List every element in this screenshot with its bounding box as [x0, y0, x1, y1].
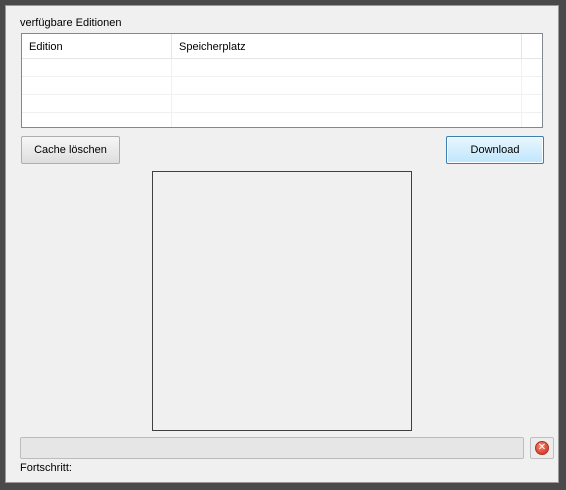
list-cell-speicherplatz [172, 95, 522, 112]
download-button[interactable]: Download [446, 136, 544, 164]
column-header-filler [522, 34, 542, 58]
progress-bar [20, 437, 524, 459]
cancel-icon: ✕ [535, 441, 549, 455]
list-row[interactable] [22, 59, 542, 77]
list-cell-speicherplatz [172, 113, 522, 127]
list-cell-edition [22, 113, 172, 127]
cancel-download-button[interactable]: ✕ [530, 437, 554, 459]
list-row[interactable] [22, 95, 542, 113]
column-header-speicherplatz[interactable]: Speicherplatz [172, 34, 522, 58]
list-cell-edition [22, 77, 172, 94]
list-header: Edition Speicherplatz [22, 34, 542, 59]
list-row[interactable] [22, 77, 542, 95]
column-header-edition[interactable]: Edition [22, 34, 172, 58]
progress-label: Fortschritt: [20, 462, 72, 474]
editions-title: verfügbare Editionen [20, 17, 122, 29]
downloader-window: verfügbare Editionen Edition Speicherpla… [0, 0, 566, 490]
editions-list[interactable]: Edition Speicherplatz [21, 33, 543, 128]
list-cell-speicherplatz [172, 77, 522, 94]
list-cell-edition [22, 95, 172, 112]
list-row[interactable] [22, 113, 542, 127]
list-cell-edition [22, 59, 172, 76]
list-cell-speicherplatz [172, 59, 522, 76]
edition-preview-image [152, 171, 412, 431]
clear-cache-button[interactable]: Cache löschen [21, 136, 120, 164]
